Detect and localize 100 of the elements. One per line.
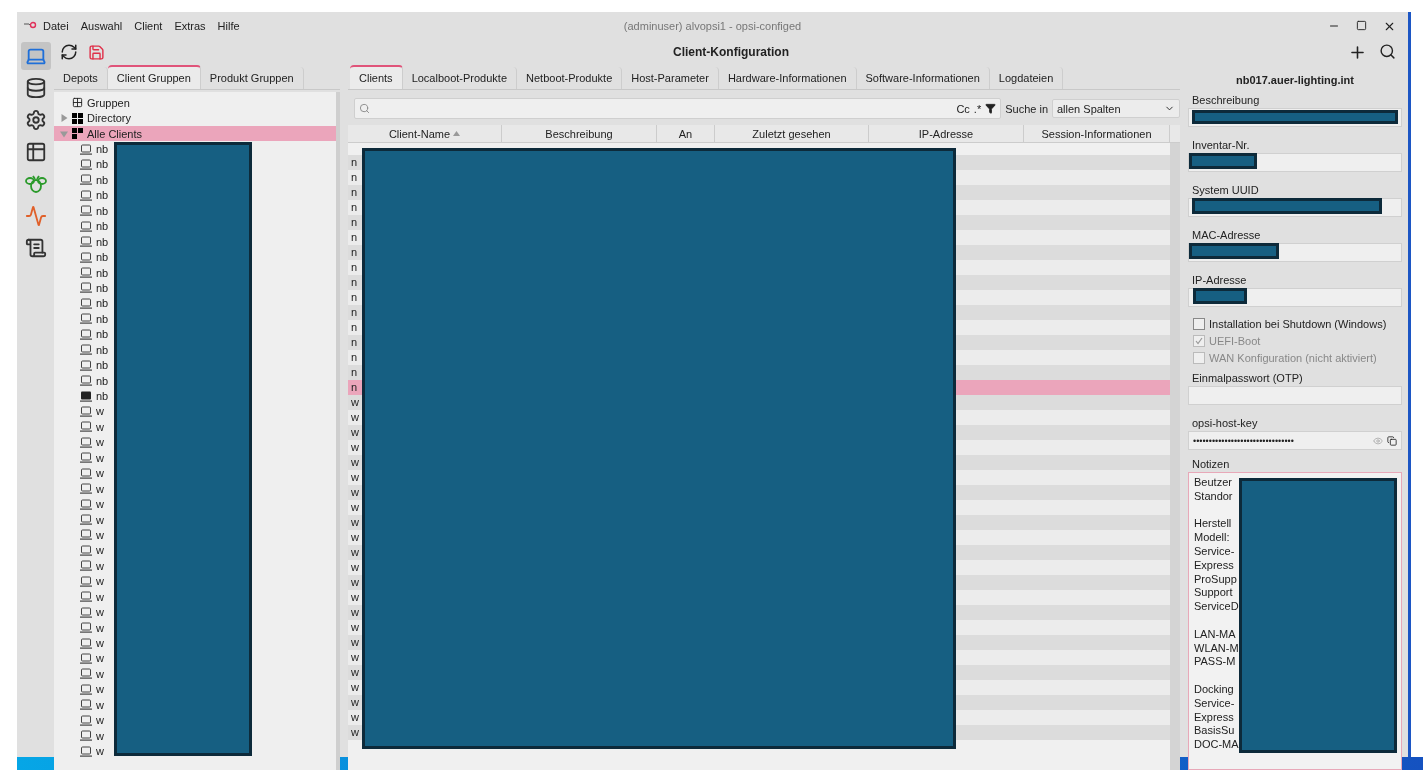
menu-item[interactable]: Extras xyxy=(168,20,212,32)
maximize-icon[interactable] xyxy=(1356,19,1367,31)
menu-item[interactable]: Datei xyxy=(37,20,75,32)
table-cell[interactable]: w xyxy=(348,695,359,710)
column-header[interactable]: IP-Adresse xyxy=(869,125,1024,142)
tab[interactable]: Clients xyxy=(350,65,403,89)
table-cell[interactable]: w xyxy=(348,680,359,695)
menu-item[interactable]: Client xyxy=(128,20,169,32)
tab[interactable]: Hardware-Informationen xyxy=(718,67,857,89)
tree-item[interactable]: nb xyxy=(54,249,109,265)
column-header[interactable]: An xyxy=(657,125,715,142)
tree-item[interactable]: w xyxy=(54,727,104,744)
tree-item[interactable]: w xyxy=(54,434,104,451)
tree-item[interactable]: w xyxy=(54,666,104,682)
tree-item[interactable]: w xyxy=(54,697,104,713)
table-cell[interactable]: n xyxy=(348,305,358,320)
tree-item[interactable]: w xyxy=(54,496,104,512)
regex-toggle[interactable]: .* xyxy=(973,102,982,115)
table-cell[interactable]: w xyxy=(348,575,359,590)
table-cell[interactable]: w xyxy=(348,410,359,425)
tree-item[interactable]: nb xyxy=(54,342,109,358)
table-cell[interactable]: w xyxy=(348,440,359,455)
tree-item[interactable]: nb xyxy=(54,295,109,312)
column-header[interactable]: Session-Informationen xyxy=(1024,125,1170,142)
text-field[interactable] xyxy=(1188,243,1402,262)
table-cell[interactable]: w xyxy=(348,500,359,515)
column-header[interactable]: Zuletzt gesehen xyxy=(715,125,869,142)
table-cell[interactable]: w xyxy=(348,395,359,410)
menu-item[interactable]: Hilfe xyxy=(211,20,246,32)
tree-item[interactable]: w xyxy=(54,650,104,667)
tree-item[interactable]: nb xyxy=(54,218,109,234)
password-field[interactable]: •••••••••••••••••••••••••••••••• xyxy=(1188,431,1402,450)
table-cell[interactable]: n xyxy=(348,200,358,215)
tree-item[interactable]: w xyxy=(54,542,104,559)
tree-item[interactable]: w xyxy=(54,558,104,574)
tree-item[interactable]: nb xyxy=(54,280,109,296)
text-field[interactable] xyxy=(1188,288,1402,307)
tree-item[interactable]: w xyxy=(54,465,104,481)
tree-item[interactable]: nb xyxy=(54,311,109,327)
search-scope-select[interactable]: allen Spalten xyxy=(1052,99,1180,118)
tree-item[interactable]: nb xyxy=(54,187,109,204)
tree-item[interactable]: w xyxy=(54,511,104,528)
tree-item[interactable]: w xyxy=(54,604,104,620)
copy-icon[interactable] xyxy=(1387,435,1397,446)
tree-item[interactable]: Gruppen xyxy=(54,95,336,111)
text-field[interactable] xyxy=(1188,153,1402,172)
table-cell[interactable]: n xyxy=(348,290,358,305)
column-header[interactable]: Client-Name xyxy=(348,125,502,142)
tab[interactable]: Client Gruppen xyxy=(107,65,201,89)
table-cell[interactable]: w xyxy=(348,470,359,485)
table-cell[interactable]: w xyxy=(348,590,359,605)
tab[interactable]: Produkt Gruppen xyxy=(200,67,304,89)
tab[interactable]: Software-Informationen xyxy=(856,67,990,89)
tree-item[interactable]: nb xyxy=(54,357,109,373)
tree-item[interactable]: w xyxy=(54,419,104,435)
save-icon[interactable] xyxy=(88,43,105,61)
tree-item[interactable]: Directory xyxy=(54,110,336,126)
table-cell[interactable]: w xyxy=(348,710,359,725)
tree-item[interactable]: w xyxy=(54,712,104,728)
tree-item[interactable]: w xyxy=(54,635,104,651)
tab[interactable]: Depots xyxy=(54,67,108,89)
tree-item[interactable]: w xyxy=(54,589,104,605)
tree-item[interactable]: w xyxy=(54,450,104,466)
tree-item[interactable]: nb xyxy=(54,172,109,188)
table-cell[interactable]: n xyxy=(348,365,358,380)
table-cell[interactable]: n xyxy=(348,170,358,185)
tree-item[interactable]: w xyxy=(54,527,104,543)
table-cell[interactable]: w xyxy=(348,665,359,680)
table-cell[interactable]: w xyxy=(348,605,359,620)
table-cell[interactable]: w xyxy=(348,635,359,650)
tree-item[interactable]: nb xyxy=(54,326,109,342)
tree-item[interactable]: nb xyxy=(54,233,109,250)
table-cell[interactable]: n xyxy=(348,215,358,230)
tab[interactable]: Netboot-Produkte xyxy=(517,67,623,89)
table-cell[interactable]: n xyxy=(348,185,358,200)
table-cell[interactable]: n xyxy=(348,245,358,260)
tab[interactable]: Localboot-Produkte xyxy=(402,67,518,89)
table-cell[interactable]: w xyxy=(348,455,359,470)
tree-item[interactable]: nb xyxy=(54,388,109,404)
search-field[interactable]: Cc .* xyxy=(354,98,1002,119)
table-cell[interactable]: w xyxy=(348,545,359,560)
tree-item[interactable]: w xyxy=(54,480,104,497)
otp-field[interactable] xyxy=(1188,386,1402,405)
tree-item[interactable]: nb xyxy=(54,372,109,389)
table-cell[interactable]: n xyxy=(348,320,358,335)
tree-item[interactable]: Alle Clients xyxy=(54,125,336,142)
tree-item[interactable]: w xyxy=(54,681,104,698)
table-cell[interactable]: w xyxy=(348,485,359,500)
menu-item[interactable]: Auswahl xyxy=(74,20,129,32)
checkbox[interactable] xyxy=(1193,317,1205,330)
text-field[interactable] xyxy=(1188,108,1402,127)
search-icon[interactable] xyxy=(1379,42,1396,60)
table-cell[interactable]: w xyxy=(348,530,359,545)
table-cell[interactable]: n xyxy=(348,275,358,290)
tree-item[interactable]: nb xyxy=(54,203,109,219)
table-cell[interactable]: w xyxy=(348,620,359,635)
filter-icon[interactable] xyxy=(985,103,997,114)
column-header[interactable]: Beschreibung xyxy=(502,125,657,142)
tree-item[interactable]: nb xyxy=(54,264,109,281)
table-cell[interactable]: w xyxy=(348,560,359,575)
